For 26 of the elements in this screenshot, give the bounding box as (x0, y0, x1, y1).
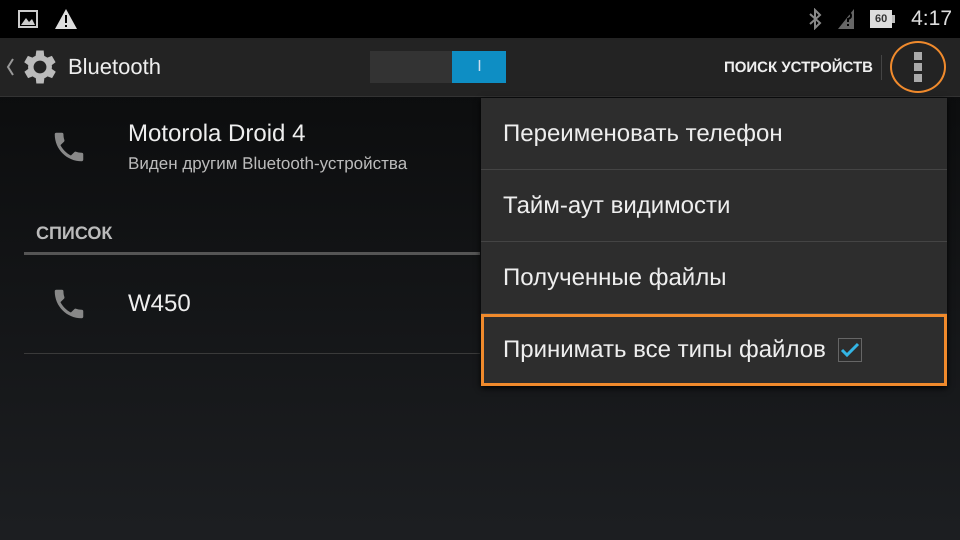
menu-label: Переименовать телефон (503, 120, 783, 148)
checkmark-icon (840, 342, 860, 358)
search-devices-button[interactable]: ПОИСК УСТРОЙСТВ (716, 54, 882, 80)
menu-label: Принимать все типы файлов (503, 336, 826, 364)
menu-item[interactable]: Полученные файлы (481, 242, 947, 314)
checkbox[interactable] (838, 338, 862, 362)
battery-icon: 60 (870, 10, 896, 28)
warning-icon (54, 8, 78, 30)
clock: 4:17 (911, 7, 952, 31)
screen-title: Bluetooth (68, 54, 161, 80)
device-name: W450 (128, 290, 191, 318)
device-row[interactable]: W450 (24, 255, 480, 354)
no-signal-icon (838, 9, 854, 29)
overflow-menu-button[interactable] (890, 41, 946, 93)
visibility-status: Виден другим Bluetooth-устройства (128, 154, 408, 174)
menu-item[interactable]: Переименовать телефон (481, 98, 947, 170)
menu-label: Тайм-аут видимости (503, 192, 730, 220)
back-icon[interactable] (6, 58, 14, 76)
bluetooth-icon (808, 8, 822, 30)
menu-item[interactable]: Принимать все типы файлов (481, 314, 947, 386)
menu-label: Полученные файлы (503, 264, 726, 292)
menu-item[interactable]: Тайм-аут видимости (481, 170, 947, 242)
picture-icon (18, 10, 38, 28)
device-name: Motorola Droid 4 (128, 120, 306, 148)
section-header: СПИСОК (24, 223, 480, 255)
menu-icon (914, 52, 922, 82)
